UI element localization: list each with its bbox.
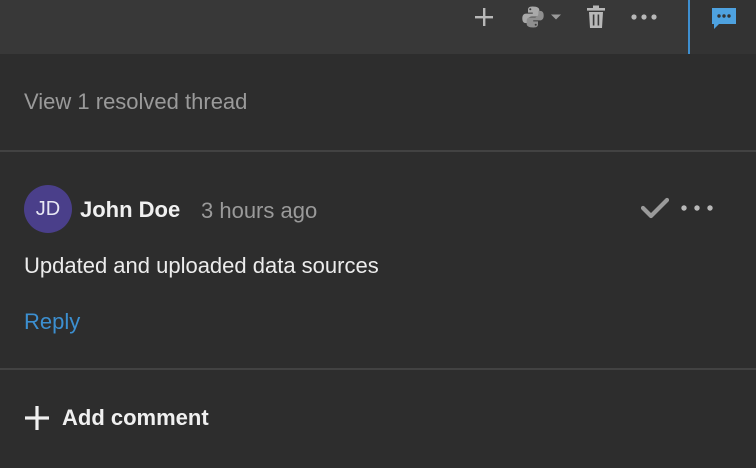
kernel-language-button[interactable]: [516, 0, 566, 34]
python-icon: [522, 6, 544, 28]
plus-icon: [475, 8, 493, 26]
view-resolved-threads-link[interactable]: View 1 resolved thread: [24, 89, 247, 115]
check-icon: [641, 197, 669, 219]
trash-icon: [587, 5, 605, 28]
comment-more-button[interactable]: [678, 193, 716, 223]
reply-link[interactable]: Reply: [24, 309, 80, 335]
comments-window: View 1 resolved thread JD John Doe 3 hou…: [0, 0, 756, 468]
add-comment-label: Add comment: [62, 405, 209, 430]
comments-icon: [712, 8, 736, 29]
more-icon: [681, 205, 713, 211]
avatar: JD: [24, 185, 72, 233]
comment-timestamp: 3 hours ago: [201, 198, 318, 223]
delete-cell-button[interactable]: [582, 0, 610, 34]
comment-body: Updated and uploaded data sources: [24, 253, 379, 278]
add-comment-button[interactable]: Add comment: [24, 400, 209, 436]
cell-toolbar: [0, 0, 756, 54]
comment-author: John Doe: [80, 197, 181, 222]
divider: [0, 368, 756, 370]
plus-icon: [25, 406, 49, 430]
more-icon: [631, 14, 657, 20]
add-cell-button[interactable]: [470, 0, 498, 34]
chevron-down-icon: [551, 14, 561, 20]
more-options-button[interactable]: [628, 0, 660, 34]
comments-toggle-button[interactable]: [690, 0, 756, 54]
resolve-thread-button[interactable]: [640, 193, 670, 223]
divider: [0, 150, 756, 152]
